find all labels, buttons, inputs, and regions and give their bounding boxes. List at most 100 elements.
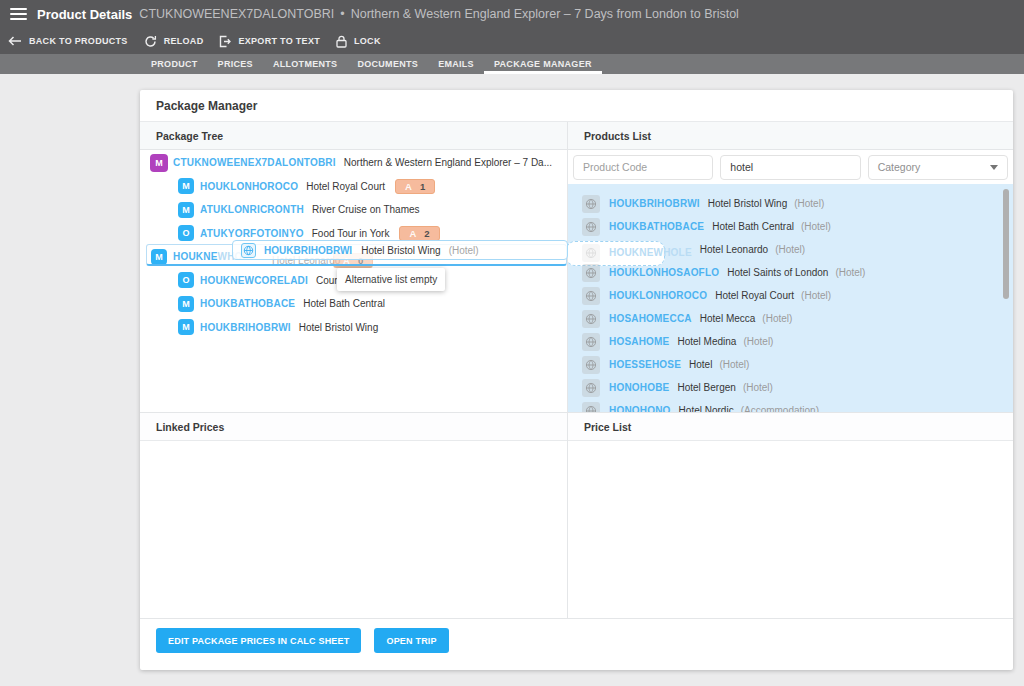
button-strip: EDIT PACKAGE PRICES IN CALC SHEET OPEN T…: [140, 618, 1013, 670]
tab-allotments[interactable]: ALLOTMENTS: [263, 54, 348, 74]
product-name: Hotel Mecca: [700, 313, 756, 324]
product-icon: [582, 379, 600, 397]
product-category: (Hotel): [794, 198, 824, 209]
tree-node-code: HOUKLONHOROCO: [200, 181, 298, 192]
node-type-icon: O: [178, 272, 194, 288]
product-list-item[interactable]: HOSAHOMEHotel Medina(Hotel): [568, 330, 1013, 353]
alternatives-badge: A1: [395, 179, 435, 194]
product-name: Hotel: [689, 359, 712, 370]
product-icon: [582, 287, 600, 305]
price-list-panel: Price List: [568, 413, 1013, 618]
product-category: (Hotel): [719, 359, 749, 370]
reload-icon: [144, 35, 157, 48]
tree-node-name: Hotel Bristol Wing: [299, 322, 378, 333]
linked-prices-panel: Linked Prices: [140, 413, 568, 618]
product-icon: [582, 333, 600, 351]
tree-node-name: River Cruise on Thames: [312, 204, 420, 215]
product-icon: [582, 195, 600, 213]
tree-row[interactable]: MHOUKLONHOROCOHotel Royal CourtA1: [140, 175, 567, 199]
tooltip: Alternative list empty: [337, 268, 445, 291]
node-type-icon: M: [178, 319, 194, 335]
product-name: Hotel Saints of London: [727, 267, 828, 278]
product-category: (Hotel): [835, 267, 865, 278]
product-code: HOESSEHOSE: [609, 359, 681, 370]
product-name: Hotel Bristol Wing: [708, 198, 787, 209]
tree-row[interactable]: M ATUKLONRICRONTH River Cruise on Thames: [140, 198, 567, 222]
products-list-panel: Products List Category HOUKBRIHOBRWIHote…: [568, 122, 1013, 412]
product-icon: [582, 310, 600, 328]
product-icon: [582, 402, 600, 413]
tab-prices[interactable]: PRICES: [208, 54, 263, 74]
product-category: (Hotel): [801, 221, 831, 232]
product-list-item[interactable]: HOSAHOMECCAHotel Mecca(Hotel): [568, 307, 1013, 330]
product-name: Hotel Bergen: [678, 382, 736, 393]
product-name: Hotel Leonardo: [700, 244, 768, 255]
reload-button[interactable]: RELOAD: [144, 35, 204, 48]
product-list-item[interactable]: HONOHOBE Hotel Bergen (Hotel): [568, 376, 1013, 399]
open-trip-button[interactable]: OPEN TRIP: [374, 628, 448, 653]
product-icon: [241, 243, 256, 258]
product-list-item[interactable]: HONOHONOHotel Nordic(Accommodation): [568, 399, 1013, 412]
tree-row[interactable]: M HOUKBRIHOBRWI Hotel Bristol Wing: [140, 316, 567, 340]
app-header: Product Details CTUKNOWEENEX7DALONTOBRI …: [0, 0, 1024, 28]
node-type-icon: O: [178, 225, 194, 241]
price-list-header: Price List: [568, 413, 1013, 441]
tabbar: PRODUCTPRICESALLOTMENTSDOCUMENTSEMAILSPA…: [0, 54, 1024, 74]
product-code: HOSAHOME: [609, 336, 670, 347]
back-arrow-icon: [8, 36, 22, 46]
back-to-products-button[interactable]: BACK TO PRODUCTS: [8, 36, 128, 46]
export-to-text-button[interactable]: EXPORT TO TEXT: [219, 35, 320, 48]
tree-node-name: Northern & Western England Explorer – 7 …: [344, 157, 552, 168]
tree-node-code: CTUKNOWEENEX7DALONTOBRI: [173, 157, 336, 168]
tab-product[interactable]: PRODUCT: [141, 54, 208, 74]
node-type-icon: M: [150, 154, 168, 172]
tab-documents[interactable]: DOCUMENTS: [347, 54, 428, 74]
product-code: HONOHOBE: [609, 382, 670, 393]
node-type-icon: M: [178, 202, 194, 218]
product-category: (Accommodation): [741, 405, 819, 412]
package-tree-panel: Package Tree Hotel Leonardo A0 HOUKBRIHO…: [140, 122, 568, 412]
product-name: Hotel Nordic: [679, 405, 734, 412]
product-icon: [582, 264, 600, 282]
product-search-input[interactable]: [720, 155, 860, 180]
products-filters: Category: [568, 150, 1013, 184]
tree-node-name: Hotel Bath Central: [303, 298, 385, 309]
tree-node-code: ATUKLONRICRONTH: [200, 204, 304, 215]
lock-icon: [336, 35, 347, 48]
linked-prices-header: Linked Prices: [140, 413, 567, 441]
node-type-icon: M: [151, 249, 167, 265]
tab-package-manager[interactable]: PACKAGE MANAGER: [484, 54, 602, 74]
tree-row[interactable]: M CTUKNOWEENEX7DALONTOBRI Northern & Weste…: [140, 151, 567, 175]
product-list-item[interactable]: HOUKLONHOROCOHotel Royal Court(Hotel): [568, 284, 1013, 307]
product-list-item[interactable]: HOESSEHOSE Hotel (Hotel): [568, 353, 1013, 376]
tab-emails[interactable]: EMAILS: [428, 54, 484, 74]
edit-package-prices-button[interactable]: EDIT PACKAGE PRICES IN CALC SHEET: [156, 628, 361, 653]
product-category: (Hotel): [775, 244, 805, 255]
drag-preview: HOUKBRIHOBRWI Hotel Bristol Wing (Hotel): [232, 240, 568, 260]
chevron-down-icon: [990, 165, 998, 170]
product-code-input[interactable]: [573, 155, 713, 180]
tree-node-code: HOUKNEWCORELADI: [200, 275, 308, 286]
products-list-header: Products List: [568, 122, 1013, 150]
product-code: HOSAHOMECCA: [609, 313, 692, 324]
product-list-item[interactable]: HOUKBATHOBACEHotel Bath Central(Hotel): [568, 215, 1013, 238]
product-icon: [582, 244, 600, 262]
scrollbar[interactable]: [1003, 189, 1009, 299]
product-list-item[interactable]: HOUKNEWHOLEHotel Leonardo(Hotel): [568, 238, 1013, 261]
alternatives-badge: A2: [399, 226, 439, 241]
product-list-item[interactable]: HOUKLONHOSAOFLOHotel Saints of London(Ho…: [568, 261, 1013, 284]
product-list-item[interactable]: HOUKBRIHOBRWIHotel Bristol Wing(Hotel): [568, 192, 1013, 215]
product-category: (Hotel): [743, 382, 773, 393]
menu-icon[interactable]: [10, 8, 27, 20]
lock-button[interactable]: LOCK: [336, 35, 381, 48]
app-toolbar: BACK TO PRODUCTS RELOAD EXPORT TO TEXT L…: [0, 28, 1024, 54]
card-title: Package Manager: [140, 90, 1013, 122]
tree-row[interactable]: MHOUKBATHOBACEHotel Bath Central: [140, 292, 567, 316]
category-select[interactable]: Category: [868, 155, 1008, 180]
tree-node-code: HOUKBRIHOBRWI: [200, 322, 291, 333]
product-icon: [582, 356, 600, 374]
tree-node-code: ATUKYORFOTOINYO: [200, 228, 304, 239]
product-code: HOUKLONHOROCO: [609, 290, 707, 301]
node-type-icon: M: [178, 178, 194, 194]
product-code: CTUKNOWEENEX7DALONTOBRI: [139, 7, 334, 21]
